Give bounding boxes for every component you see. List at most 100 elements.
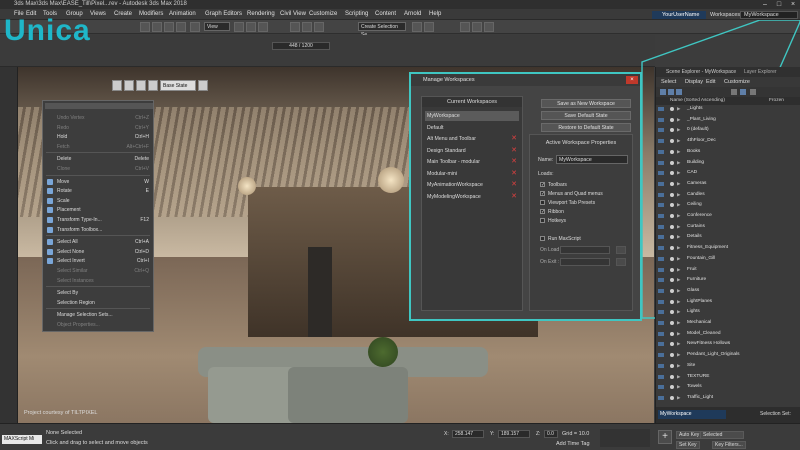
expand-icon[interactable]: ▶ xyxy=(677,299,680,306)
quad-menu-item[interactable]: Undo Vertex Ctrl+Z xyxy=(43,113,153,123)
scene-layer-row[interactable]: ▶ 4thFloor_Dec xyxy=(656,138,800,145)
filter-icon[interactable] xyxy=(676,89,682,95)
layer-toggle-icon[interactable] xyxy=(658,363,664,368)
scene-layer-row[interactable]: ▶ Ceiling xyxy=(656,202,800,209)
workspace-list-item[interactable]: Design Standard ✕ xyxy=(425,146,519,156)
eye-icon[interactable] xyxy=(670,235,674,240)
load-option-checkbox[interactable]: Hotkeys xyxy=(540,217,630,225)
eye-icon[interactable] xyxy=(670,385,674,390)
layer-toggle-icon[interactable] xyxy=(658,353,664,358)
layer-toggle-icon[interactable] xyxy=(658,299,664,304)
on-load-browse-button[interactable] xyxy=(616,246,626,254)
eye-icon[interactable] xyxy=(670,395,674,400)
scene-layer-row[interactable]: ▶ Traffic_Light xyxy=(656,395,800,402)
quad-menu-item[interactable]: Scale xyxy=(43,196,153,206)
eye-icon[interactable] xyxy=(670,299,674,304)
eye-icon[interactable] xyxy=(670,246,674,251)
auto-key-button[interactable]: Auto Key xyxy=(676,431,703,439)
close-icon[interactable]: × xyxy=(786,0,800,9)
layer-toggle-icon[interactable] xyxy=(658,128,664,133)
workspace-list-item[interactable]: Alt Menu and Toolbar ✕ xyxy=(425,134,519,144)
undo-icon[interactable] xyxy=(140,22,150,32)
scene-layer-row[interactable]: ▶ Details xyxy=(656,234,800,241)
expand-icon[interactable]: ▶ xyxy=(677,181,680,188)
scene-layer-row[interactable]: ▶ Model_Cleaned xyxy=(656,331,800,338)
layer-toggle-icon[interactable] xyxy=(658,203,664,208)
workspace-select[interactable]: MyWorkspace xyxy=(740,11,798,19)
render-icon[interactable] xyxy=(484,22,494,32)
quad-menu-item[interactable]: Delete Delete xyxy=(43,154,153,164)
quad-menu-item[interactable]: Select None Ctrl+D xyxy=(43,247,153,257)
expand-icon[interactable]: ▶ xyxy=(677,106,680,113)
load-option-checkbox[interactable]: ✓ Menus and Quad menus xyxy=(540,190,630,198)
eye-icon[interactable] xyxy=(670,171,674,176)
scene-layer-row[interactable]: ▶ CAD xyxy=(656,170,800,177)
quad-menu-item[interactable]: Clone Ctrl+V xyxy=(43,164,153,174)
scene-layer-row[interactable]: ▶ Towels xyxy=(656,384,800,391)
quad-menu-item[interactable]: Fetch Alt+Ctrl+F xyxy=(43,142,153,152)
menu-item-graph-editors[interactable]: Graph Editors xyxy=(205,9,242,20)
load-option-checkbox[interactable]: ✓ Toolbars xyxy=(540,181,630,189)
eye-icon[interactable] xyxy=(670,331,674,336)
run-maxscript-checkbox[interactable]: Run MaxScript xyxy=(540,235,630,243)
eye-icon[interactable] xyxy=(670,363,674,368)
expand-icon[interactable]: ▶ xyxy=(677,245,680,252)
scene-layer-row[interactable]: ▶ Fruit xyxy=(656,267,800,274)
quad-menu-item[interactable]: Selection Region xyxy=(43,298,153,308)
expand-icon[interactable]: ▶ xyxy=(677,331,680,338)
scene-tab-select[interactable]: Select xyxy=(661,77,676,87)
filter-icon[interactable] xyxy=(660,89,666,95)
scene-layer-row[interactable]: ▶ Fountain_Gill xyxy=(656,256,800,263)
layer-toggle-icon[interactable] xyxy=(658,385,664,390)
eye-icon[interactable] xyxy=(670,374,674,379)
eye-icon[interactable] xyxy=(670,224,674,229)
viewport-light-icon[interactable] xyxy=(148,80,158,91)
create-selection-set[interactable]: Create Selection Se xyxy=(358,22,406,38)
eye-icon[interactable] xyxy=(670,288,674,293)
playback-controls[interactable] xyxy=(600,429,650,447)
delete-workspace-icon[interactable]: ✕ xyxy=(511,146,517,156)
expand-icon[interactable]: ▶ xyxy=(677,341,680,348)
expand-icon[interactable]: ▶ xyxy=(677,277,680,284)
on-load-field[interactable] xyxy=(560,246,610,254)
workspace-list-item[interactable]: MyWorkspace xyxy=(425,111,519,121)
delete-workspace-icon[interactable]: ✕ xyxy=(511,157,517,167)
layer-toggle-icon[interactable] xyxy=(658,192,664,197)
scene-tab-customize[interactable]: Customize xyxy=(724,77,750,87)
scene-layer-row[interactable]: ▶ Furniture xyxy=(656,277,800,284)
delete-workspace-icon[interactable]: ✕ xyxy=(511,180,517,190)
funnel-icon[interactable] xyxy=(740,89,746,95)
key-filters-button[interactable]: Key Filters... xyxy=(712,441,746,449)
eye-icon[interactable] xyxy=(670,181,674,186)
angle-snap-icon[interactable] xyxy=(302,22,312,32)
expand-icon[interactable]: ▶ xyxy=(677,192,680,199)
layer-toggle-icon[interactable] xyxy=(658,224,664,229)
scene-layer-row[interactable]: ▶ TEXTURE xyxy=(656,374,800,381)
layer-toggle-icon[interactable] xyxy=(658,256,664,261)
time-slider[interactable]: 448 / 1200 xyxy=(272,42,330,50)
viewport-options-icon[interactable] xyxy=(198,80,208,91)
scene-layer-row[interactable]: ▶ Building xyxy=(656,160,800,167)
eye-icon[interactable] xyxy=(670,342,674,347)
user-account[interactable]: YourUserName xyxy=(652,11,706,19)
scene-workspace-field[interactable]: MyWorkspace xyxy=(658,410,726,419)
expand-icon[interactable]: ▶ xyxy=(677,202,680,209)
eye-icon[interactable] xyxy=(670,139,674,144)
menu-item-arnold[interactable]: Arnold xyxy=(404,9,421,20)
menu-item-scripting[interactable]: Scripting xyxy=(345,9,368,20)
layer-toggle-icon[interactable] xyxy=(658,374,664,379)
layer-explorer-tab[interactable]: Layer Explorer xyxy=(744,67,777,77)
material-editor-icon[interactable] xyxy=(460,22,470,32)
eye-icon[interactable] xyxy=(670,214,674,218)
layer-toggle-icon[interactable] xyxy=(658,310,664,315)
layer-toggle-icon[interactable] xyxy=(658,342,664,347)
layer-toggle-icon[interactable] xyxy=(658,181,664,186)
workspace-list-item[interactable]: Main Toolbar - modular ✕ xyxy=(425,157,519,167)
workspace-list-item[interactable]: MyModelingWorkspace ✕ xyxy=(425,192,519,202)
expand-icon[interactable]: ▶ xyxy=(677,138,680,145)
scene-layer-row[interactable]: ▶ Conference xyxy=(656,213,800,220)
link-icon[interactable] xyxy=(164,22,174,32)
percent-snap-icon[interactable] xyxy=(314,22,324,32)
maximize-icon[interactable]: □ xyxy=(772,0,786,9)
restore-default-state-button[interactable]: Restore to Default State xyxy=(541,123,631,132)
